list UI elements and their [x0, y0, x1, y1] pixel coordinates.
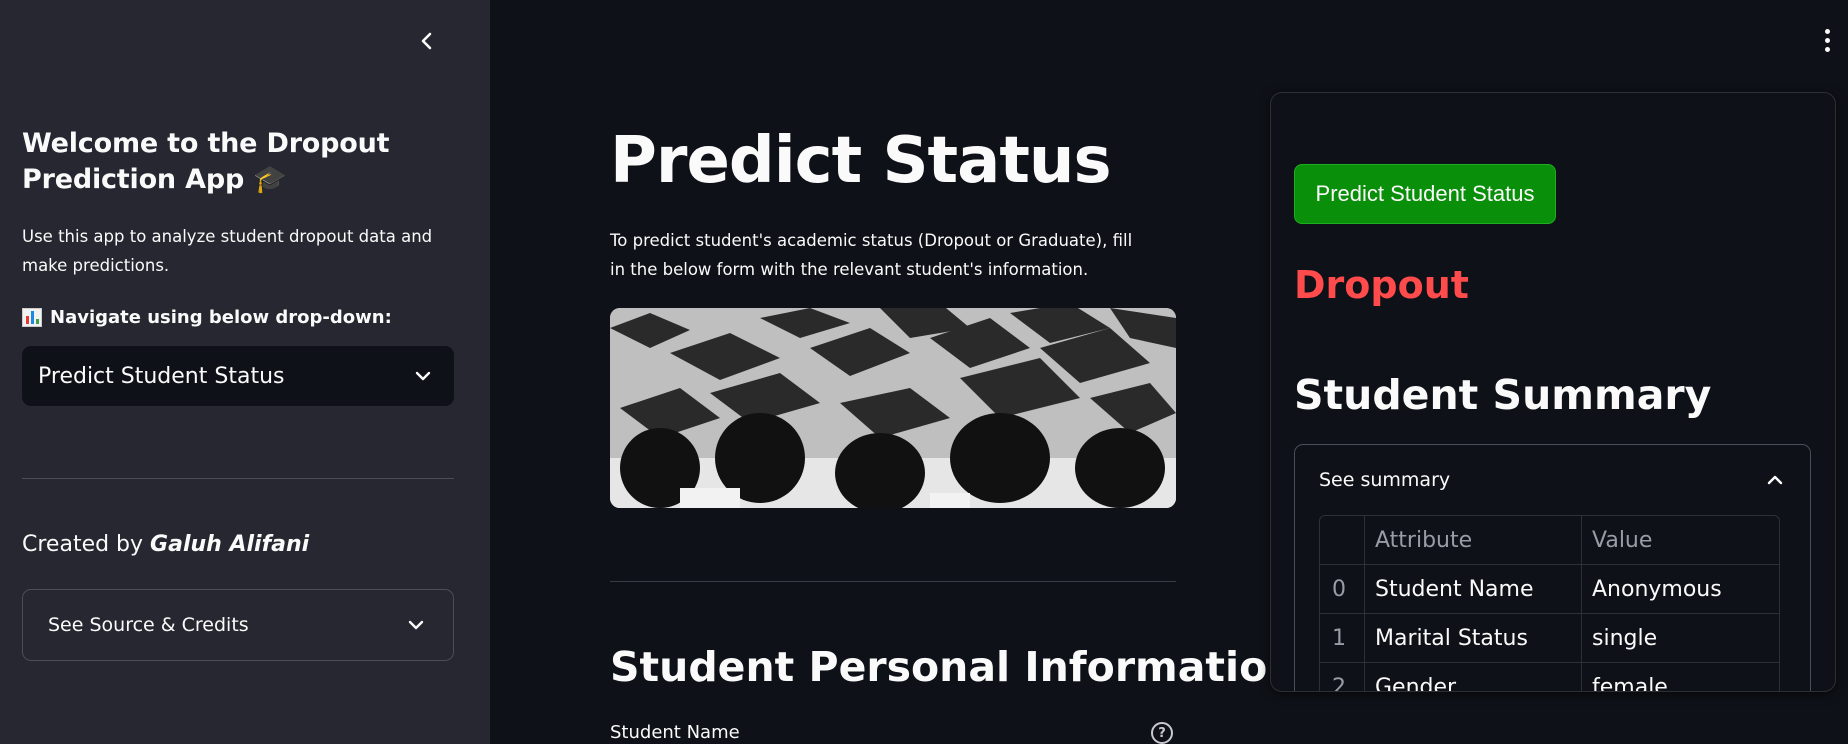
collapse-sidebar-button[interactable]: [414, 28, 440, 54]
page-select-value: Predict Student Status: [38, 363, 285, 389]
summary-expander-label: See summary: [1319, 469, 1451, 491]
sidebar-title: Welcome to the Dropout Prediction App 🎓: [22, 126, 442, 198]
created-by: Created by Galuh Alifani: [22, 532, 309, 557]
row-value: female: [1592, 674, 1668, 692]
credits-expander-label: See Source & Credits: [48, 614, 249, 636]
bar-chart-icon: [22, 308, 42, 327]
predict-student-status-button[interactable]: Predict Student Status: [1294, 164, 1556, 224]
sidebar: Welcome to the Dropout Prediction App 🎓 …: [0, 0, 490, 744]
row-attribute: Gender: [1365, 663, 1582, 691]
kebab-menu-icon: [1824, 28, 1830, 34]
nav-label-text: Navigate using below drop-down:: [50, 307, 392, 328]
summary-expander: See summary Attribute Value 0 Student Na…: [1294, 444, 1811, 692]
row-attribute: Marital Status: [1365, 614, 1582, 662]
table-row: 1 Marital Status single: [1320, 614, 1779, 663]
author-name: Galuh Alifani: [150, 532, 310, 557]
main-divider: [610, 581, 1176, 582]
row-value: Anonymous: [1592, 576, 1722, 602]
main-menu-button[interactable]: [1818, 24, 1836, 56]
chevron-up-icon: [1767, 475, 1783, 485]
sidebar-divider: [22, 478, 454, 479]
section-title: Student Personal Information: [610, 643, 1297, 691]
page-title: Predict Status: [610, 124, 1112, 198]
graduation-caps-image: [610, 308, 1176, 508]
credits-expander[interactable]: See Source & Credits: [22, 589, 454, 661]
student-summary-title: Student Summary: [1294, 371, 1712, 419]
chevron-left-icon: [421, 32, 432, 50]
table-row: 0 Student Name Anonymous: [1320, 565, 1779, 614]
table-header-index: [1320, 516, 1365, 564]
row-value: single: [1592, 625, 1658, 651]
nav-label: Navigate using below drop-down:: [22, 307, 392, 328]
page-select[interactable]: Predict Student Status: [22, 346, 454, 406]
chevron-down-icon: [408, 620, 424, 630]
prediction-result: Dropout: [1294, 263, 1469, 307]
prediction-panel: Predict Student Status Dropout Student S…: [1270, 92, 1836, 692]
summary-table: Attribute Value 0 Student Name Anonymous…: [1319, 515, 1780, 692]
sidebar-title-text: Welcome to the Dropout Prediction App: [22, 128, 390, 195]
chevron-down-icon: [415, 371, 431, 381]
table-header-row: Attribute Value: [1320, 516, 1779, 565]
student-name-label: Student Name: [610, 722, 740, 743]
table-row: 2 Gender female: [1320, 663, 1779, 692]
row-attribute: Student Name: [1365, 565, 1582, 613]
created-by-prefix: Created by: [22, 532, 151, 557]
sidebar-description: Use this app to analyze student dropout …: [22, 227, 433, 275]
row-index: 0: [1320, 565, 1365, 613]
row-index: 2: [1320, 663, 1365, 691]
page-description: To predict student's academic status (Dr…: [610, 231, 1133, 279]
help-icon[interactable]: ?: [1151, 722, 1173, 744]
table-header-attribute[interactable]: Attribute: [1365, 516, 1582, 564]
summary-expander-header[interactable]: See summary: [1295, 445, 1810, 515]
row-index: 1: [1320, 614, 1365, 662]
graduation-cap-icon: 🎓: [253, 164, 287, 195]
table-header-value[interactable]: Value: [1582, 516, 1779, 564]
